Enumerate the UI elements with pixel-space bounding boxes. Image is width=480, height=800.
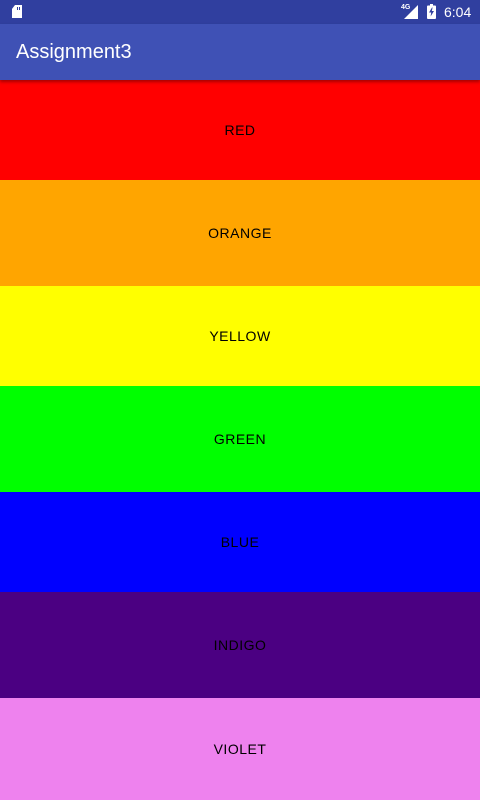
yellow-button-label: YELLOW	[209, 328, 271, 344]
yellow-button[interactable]: YELLOW	[0, 286, 480, 386]
orange-button-label: ORANGE	[208, 225, 272, 241]
app-title: Assignment3	[16, 41, 132, 63]
red-button-label: RED	[224, 122, 256, 138]
cell-signal: 4G	[401, 4, 419, 20]
violet-button[interactable]: VIOLET	[0, 698, 480, 800]
cell-signal-icon	[404, 5, 418, 19]
clock-time: 6:04	[444, 4, 472, 20]
app-bar: Assignment3	[0, 24, 480, 80]
sd-card-icon	[12, 5, 22, 18]
violet-button-label: VIOLET	[213, 741, 267, 757]
red-button[interactable]: RED	[0, 80, 480, 180]
green-button-label: GREEN	[213, 431, 267, 447]
status-bar: 4G 6:04	[0, 0, 480, 24]
color-button-list: RED ORANGE YELLOW GREEN BLUE INDIGO VIOL…	[0, 80, 480, 800]
battery-charging-icon	[427, 4, 436, 19]
blue-button-label: BLUE	[220, 534, 260, 550]
indigo-button[interactable]: INDIGO	[0, 592, 480, 698]
orange-button[interactable]: ORANGE	[0, 180, 480, 286]
green-button[interactable]: GREEN	[0, 386, 480, 492]
blue-button[interactable]: BLUE	[0, 492, 480, 592]
indigo-button-label: INDIGO	[213, 637, 267, 653]
